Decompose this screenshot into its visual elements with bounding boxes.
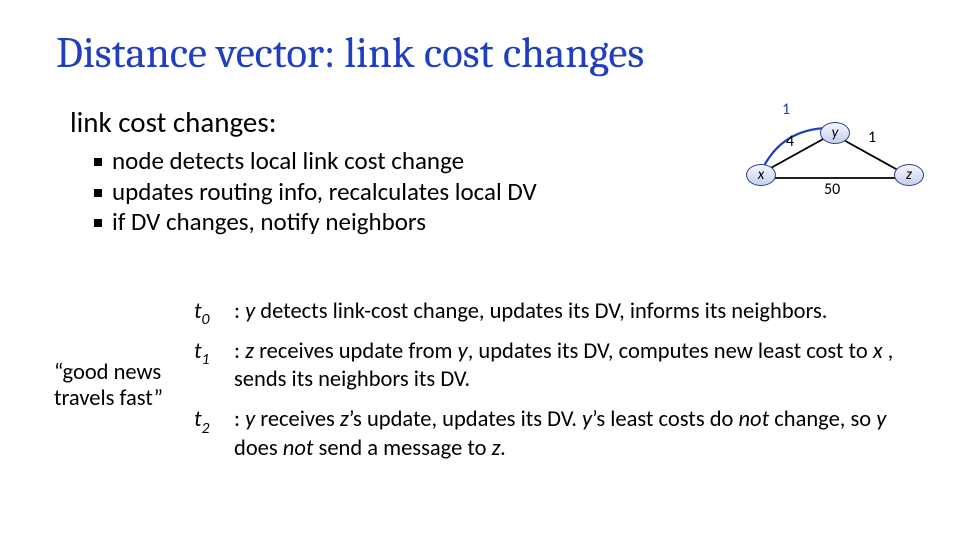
slide: Distance vector: link cost changes link … [0,0,960,540]
list-item: updates routing info, recalculates local… [94,177,537,208]
bullet-list: node detects local link cost change upda… [94,146,537,238]
time-label: t2 [194,406,234,462]
edge-label-xy-new: 1 [782,100,790,119]
time-var: t [194,406,202,433]
time-sub: 2 [202,419,210,438]
list-item: if DV changes, notify neighbors [94,207,537,238]
time-sub: 1 [202,350,210,369]
event-text: : y receives z’s update, updates its DV.… [234,406,914,462]
edge-label-xz: 50 [824,180,840,199]
event-text: : y detects link-cost change, updates it… [234,298,914,326]
node-z: z [894,164,924,186]
bullet-text: if DV changes, notify neighbors [112,207,426,238]
bullet-icon [94,189,102,197]
edge-label-xy-old: 4 [786,132,794,151]
event-text: : z receives update from y, updates its … [234,338,914,394]
timeline-event: t1 : z receives update from y, updates i… [194,338,914,394]
bullet-text: node detects local link cost change [112,146,464,177]
time-label: t0 [194,298,234,326]
bullet-text: updates routing info, recalculates local… [112,177,537,208]
diagram-edges [730,98,930,228]
node-x: x [746,164,776,186]
time-label: t1 [194,338,234,394]
node-y: y [820,122,850,144]
network-diagram: x y z 1 4 1 50 [730,98,930,228]
list-item: node detects local link cost change [94,146,537,177]
bullet-icon [94,219,102,227]
edge-label-yz: 1 [868,128,876,147]
time-var: t [194,338,202,365]
time-var: t [194,298,202,325]
good-news-quote: “good news travels fast” [54,360,194,412]
timeline-event: t2 : y receives z’s update, updates its … [194,406,914,462]
subheading: link cost changes: [70,104,276,140]
slide-title: Distance vector: link cost changes [56,28,644,78]
timeline: t0 : y detects link-cost change, updates… [194,298,914,475]
time-sub: 0 [202,310,210,329]
bullet-icon [94,158,102,166]
timeline-event: t0 : y detects link-cost change, updates… [194,298,914,326]
